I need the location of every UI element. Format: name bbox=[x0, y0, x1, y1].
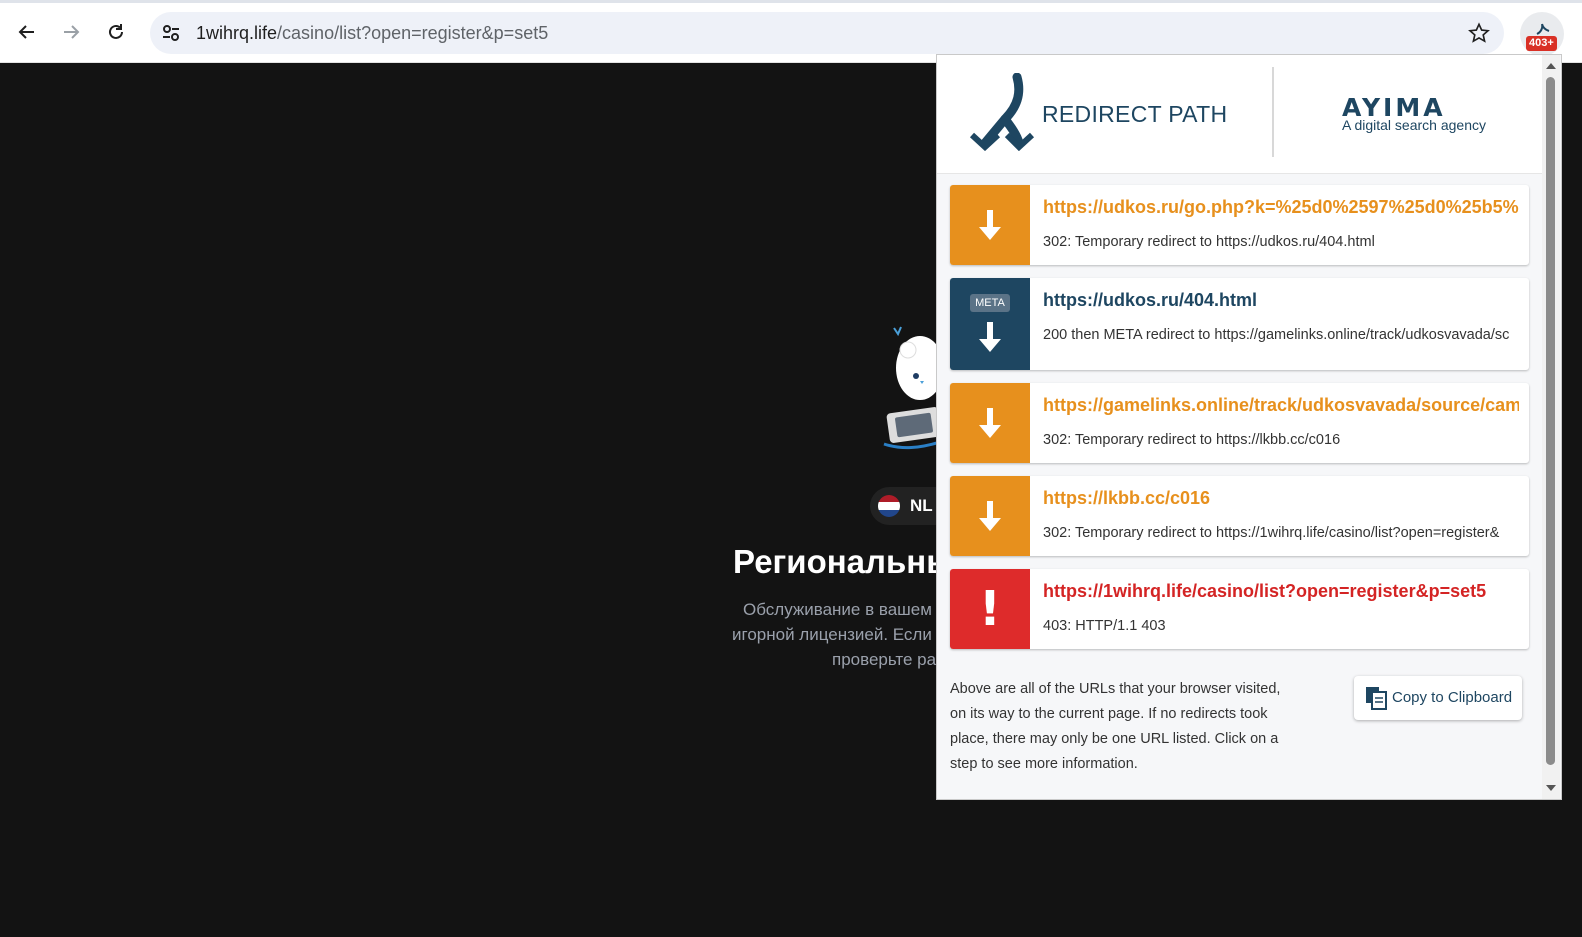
scroll-up-arrow-icon[interactable] bbox=[1546, 63, 1556, 69]
page-text-line-1: Обслуживание в вашем bbox=[743, 600, 932, 619]
arrow-down-icon bbox=[979, 501, 1001, 531]
step-status-icon: ! bbox=[950, 569, 1030, 649]
page-text-line-2: игорной лицензией. Если bbox=[732, 625, 932, 644]
step-url[interactable]: https://udkos.ru/404.html bbox=[1043, 290, 1519, 311]
clipboard-icon bbox=[1366, 687, 1387, 710]
redirect-step[interactable]: https://gamelinks.online/track/udkosvava… bbox=[950, 383, 1529, 463]
step-url[interactable]: https://1wihrq.life/casino/list?open=reg… bbox=[1043, 581, 1519, 602]
tab-strip bbox=[0, 0, 1582, 3]
region-code: NL bbox=[910, 496, 933, 515]
step-description: 302: Temporary redirect to https://udkos… bbox=[1043, 234, 1375, 250]
step-url[interactable]: https://gamelinks.online/track/udkosvava… bbox=[1043, 395, 1519, 416]
page-text-line-3: проверьте ра bbox=[832, 650, 937, 669]
reload-button[interactable] bbox=[100, 16, 132, 48]
back-button[interactable] bbox=[11, 16, 43, 48]
redirect-step[interactable]: META https://udkos.ru/404.html 200 then … bbox=[950, 278, 1529, 370]
arrow-down-icon bbox=[979, 408, 1001, 438]
step-description: 302: Temporary redirect to https://1wihr… bbox=[1043, 525, 1500, 541]
arrow-down-icon bbox=[979, 210, 1001, 240]
redirect-step[interactable]: https://udkos.ru/go.php?k=%25d0%2597%25d… bbox=[950, 185, 1529, 265]
reload-icon bbox=[109, 24, 123, 39]
url-path: /casino/list?open=register&p=set5 bbox=[277, 23, 549, 43]
exclamation-icon: ! bbox=[979, 581, 1001, 637]
scroll-down-arrow-icon[interactable] bbox=[1546, 785, 1556, 791]
redirect-step[interactable]: https://lkbb.cc/c016 302: Temporary redi… bbox=[950, 476, 1529, 556]
popup-header: REDIRECT PATH AYIMA A digital search age… bbox=[937, 55, 1543, 174]
brand-title: REDIRECT PATH bbox=[1042, 101, 1228, 127]
copy-to-clipboard-button[interactable]: Copy to Clipboard bbox=[1354, 676, 1522, 720]
ayima-tagline: A digital search agency bbox=[1342, 117, 1486, 133]
info-footnote: Above are all of the URLs that your brow… bbox=[950, 681, 1281, 772]
url-text[interactable]: 1wihrq.life/casino/list?open=register&p=… bbox=[196, 23, 548, 44]
step-status-icon: META bbox=[950, 278, 1030, 370]
scrollbar-thumb[interactable] bbox=[1546, 77, 1555, 765]
page-heading: Региональны bbox=[733, 543, 955, 580]
redirect-path-logo-icon bbox=[969, 73, 1035, 151]
step-url[interactable]: https://lkbb.cc/c016 bbox=[1043, 488, 1519, 509]
netherlands-flag-icon bbox=[878, 495, 900, 517]
step-description: 403: HTTP/1.1 403 bbox=[1043, 618, 1166, 634]
forward-button[interactable] bbox=[55, 16, 87, 48]
redirect-path-popup: REDIRECT PATH AYIMA A digital search age… bbox=[936, 54, 1562, 800]
step-url[interactable]: https://udkos.ru/go.php?k=%25d0%2597%25d… bbox=[1043, 197, 1519, 218]
bookmark-star-icon[interactable] bbox=[1468, 22, 1490, 44]
arrow-down-icon bbox=[979, 322, 1001, 352]
address-bar[interactable]: 1wihrq.life/casino/list?open=register&p=… bbox=[150, 12, 1504, 54]
redirect-step[interactable]: ! https://1wihrq.life/casino/list?open=r… bbox=[950, 569, 1529, 649]
copy-button-label: Copy to Clipboard bbox=[1392, 689, 1513, 706]
step-status-icon bbox=[950, 476, 1030, 556]
popup-scrollbar[interactable] bbox=[1542, 55, 1560, 799]
step-status-icon bbox=[950, 185, 1030, 265]
forward-arrow-icon bbox=[64, 25, 80, 39]
step-description: 302: Temporary redirect to https://lkbb.… bbox=[1043, 432, 1341, 448]
meta-tag: META bbox=[970, 294, 1010, 312]
step-status-icon bbox=[950, 383, 1030, 463]
site-settings-icon[interactable] bbox=[160, 22, 182, 44]
url-host: 1wihrq.life bbox=[196, 23, 278, 43]
header-divider bbox=[1272, 67, 1274, 157]
mascot-illustration bbox=[883, 326, 940, 450]
step-description: 200 then META redirect to https://gameli… bbox=[1043, 327, 1510, 343]
back-arrow-icon bbox=[18, 25, 34, 39]
extension-badge: 403+ bbox=[1526, 36, 1557, 51]
